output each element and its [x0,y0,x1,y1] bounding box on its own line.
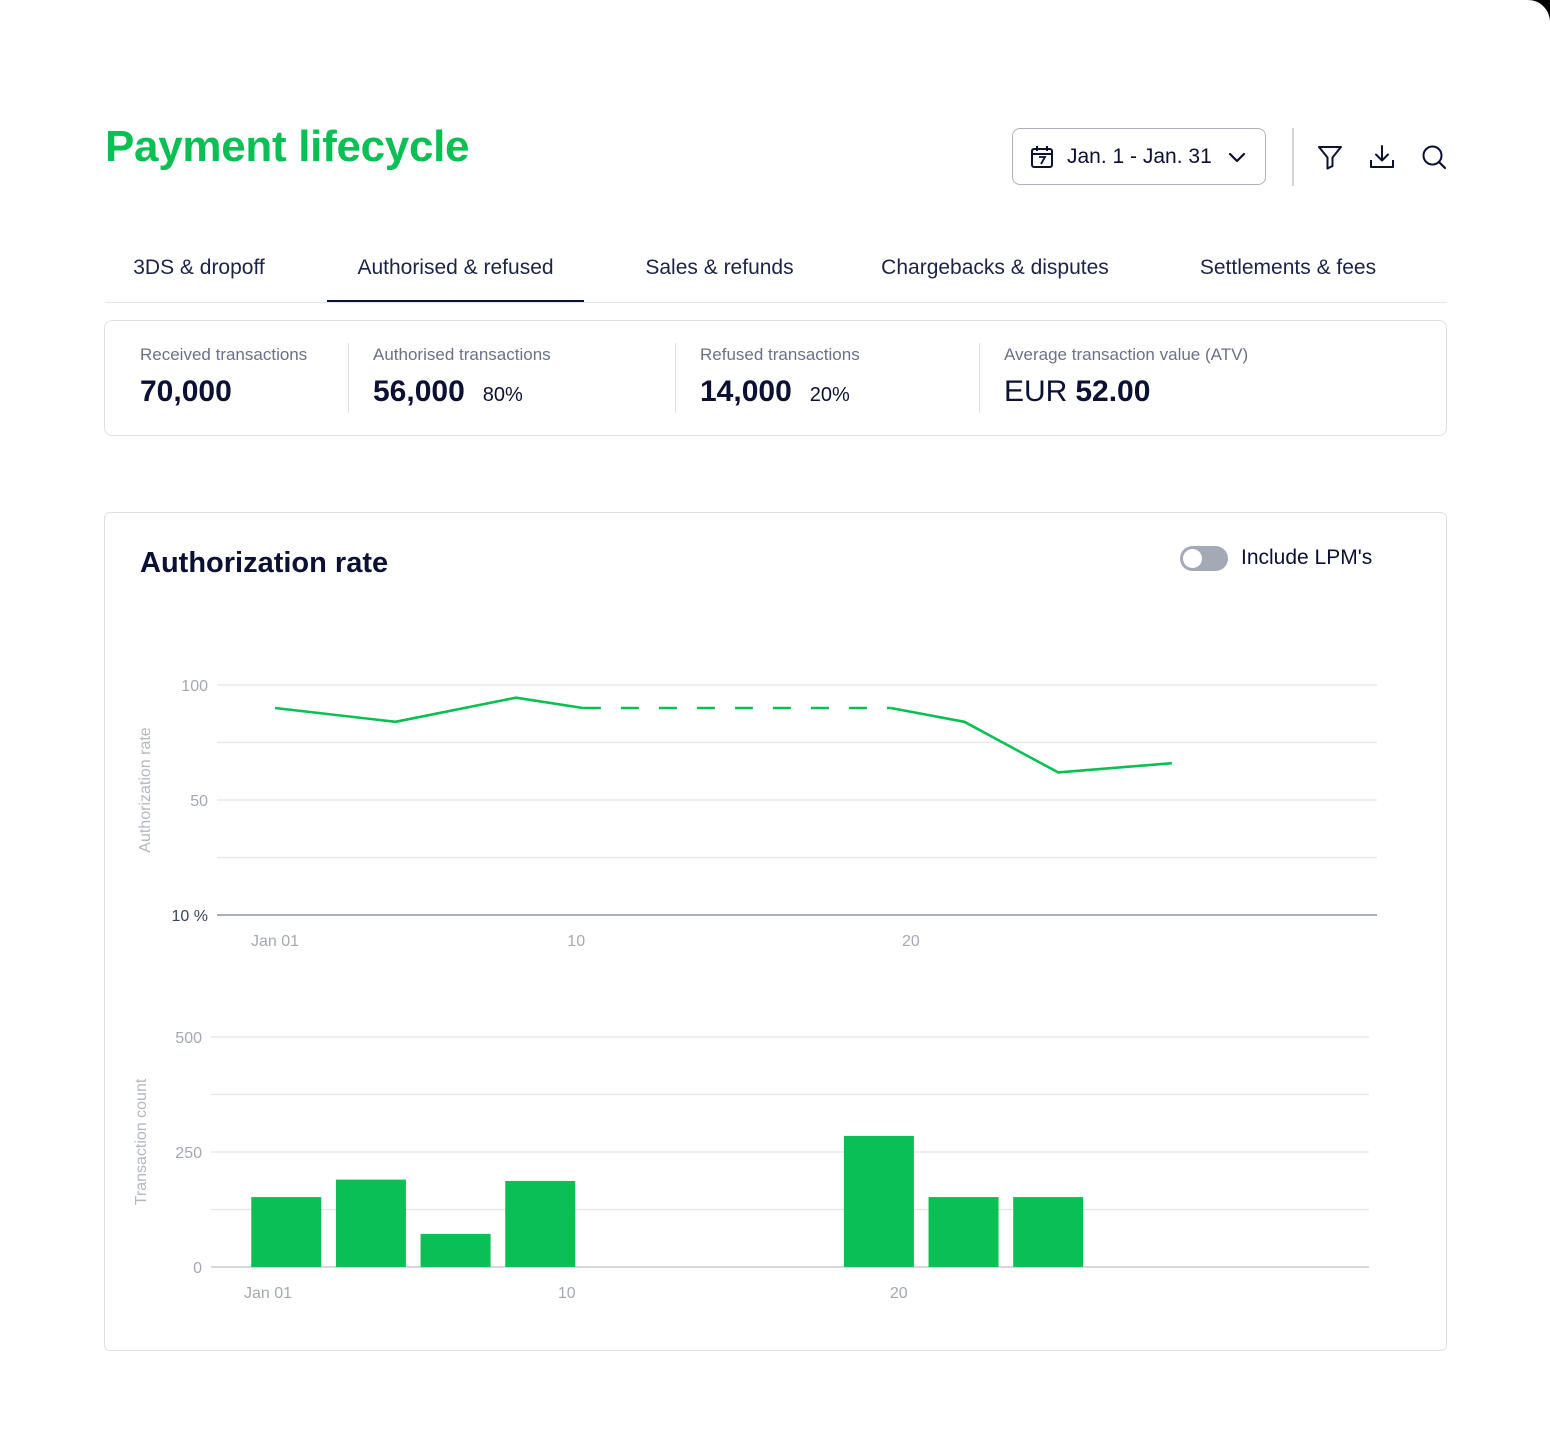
y-tick-label: 0 [193,1260,202,1277]
y-tick-label: 100 [181,678,208,695]
kpi-refused: Refused transactions 14,000 20% [700,345,860,409]
filter-icon[interactable] [1315,142,1345,172]
transaction-count-bar [420,1233,491,1267]
x-tick-label: Jan 01 [251,933,299,950]
kpi-percentage: 80% [482,384,523,406]
y-axis-title: Authorization rate [137,727,154,853]
date-range-picker[interactable]: Jan. 1 - Jan. 31 [1012,128,1266,185]
x-tick-label: 20 [890,1285,908,1302]
y-axis-title: Transaction count [133,1078,150,1205]
kpi-divider [979,343,980,413]
y-tick-label: 500 [175,1030,202,1047]
kpi-label: Authorised transactions [373,345,551,364]
charts-area: 1005010 %Jan 01 10 20Authorization rate500… [133,678,1377,1302]
kpi-value: 56,000 [373,375,465,408]
kpi-value: 14,000 [700,375,792,408]
transaction-count-bar [505,1180,576,1267]
authorization-rate-line [890,706,1173,774]
chevron-down-icon [1228,152,1246,162]
kpi-label: Average transaction value (ATV) [1004,345,1249,364]
authorization-rate-line [274,696,584,724]
transaction-count-bar [1013,1197,1084,1267]
tab-chargebacks-disputes[interactable]: Chargebacks & disputes [865,240,1125,302]
tab-3ds-dropoff[interactable]: 3DS & dropoff [105,240,293,302]
kpi-label: Refused transactions [700,345,860,364]
app-frame: Payment lifecycle Jan. 1 - Jan. 31 3DS &… [0,0,1550,1448]
transaction-count-bar [251,1197,322,1267]
kpi-divider [675,343,676,413]
tab-settlements-fees[interactable]: Settlements & fees [1183,240,1393,302]
x-tick-label: 10 [567,933,585,950]
kpi-value: 52.00 [1075,375,1151,408]
kpi-label: Received transactions [140,345,308,364]
transaction-count-bar [843,1135,914,1267]
tab-sales-refunds[interactable]: Sales & refunds [632,240,807,302]
y-tick-label: 50 [190,793,208,810]
page-title: Payment lifecycle [105,122,470,171]
kpi-summary: Received transactions 70,000 Authorised … [104,320,1447,436]
kpi-percentage: 20% [809,384,850,406]
search-icon[interactable] [1419,142,1449,172]
y-tick-label: 10 % [172,908,208,925]
x-tick-label: 10 [558,1285,576,1302]
kpi-authorised: Authorised transactions 56,000 80% [373,345,551,409]
download-icon[interactable] [1367,142,1397,172]
tab-bar: 3DS & dropoff Authorised & refused Sales… [105,240,1447,303]
kpi-received: Received transactions 70,000 [140,345,307,409]
kpi-currency: EUR [1004,375,1068,408]
toolbar-divider [1292,128,1294,186]
x-tick-label: Jan 01 [244,1285,292,1302]
kpi-divider [348,343,349,413]
tab-authorised-refused[interactable]: Authorised & refused [327,240,584,302]
y-tick-label: 250 [175,1145,202,1162]
calendar-icon [1031,145,1053,168]
x-tick-label: 20 [902,933,920,950]
transaction-count-bar [335,1179,406,1267]
authorization-rate-panel: Authorization rate Include LPM's 100 50 10… [104,512,1447,1351]
transaction-count-bar [928,1197,999,1267]
date-range-value: Jan. 1 - Jan. 31 [1067,144,1212,168]
kpi-value: 70,000 [140,375,232,408]
kpi-atv: Average transaction value (ATV) EUR 52.0… [1004,345,1248,409]
